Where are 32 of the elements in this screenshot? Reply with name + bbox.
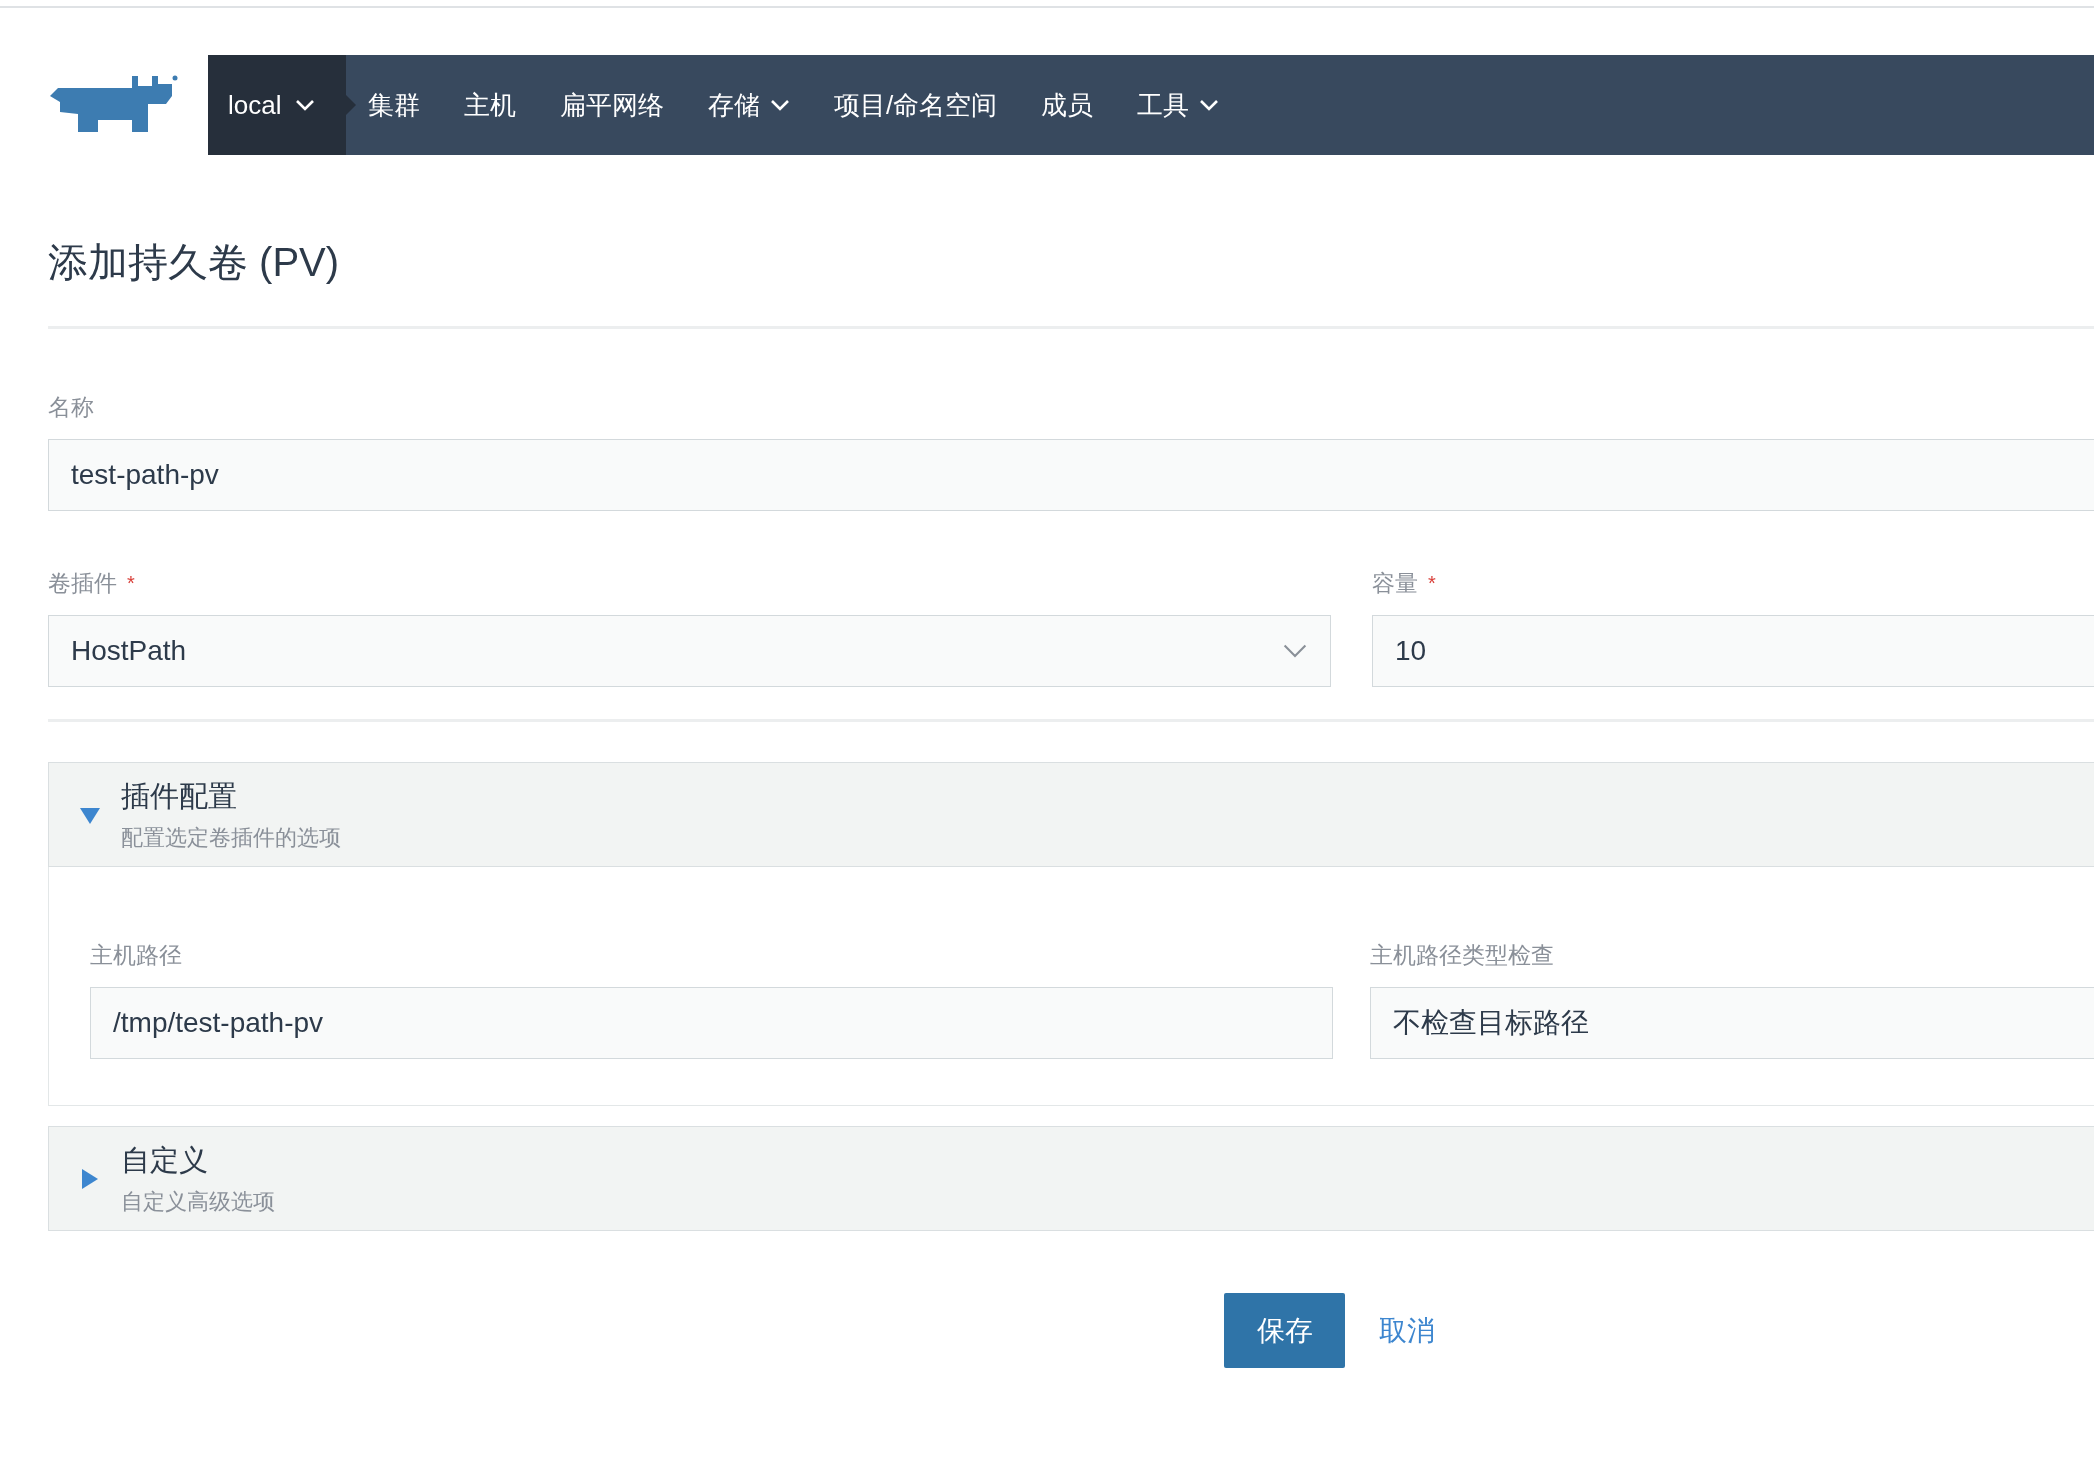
section-title: 自定义 bbox=[121, 1142, 209, 1178]
chevron-down-icon bbox=[1282, 643, 1308, 659]
required-mark: * bbox=[127, 571, 135, 595]
input-field[interactable]: 10 bbox=[1372, 615, 2094, 687]
input-field[interactable]: /tmp/test-path-pv bbox=[90, 987, 1333, 1059]
field-label: 主机路径类型检查 bbox=[1370, 940, 1554, 970]
chevron-down-icon bbox=[770, 99, 790, 111]
field-label: 容量 bbox=[1372, 568, 1418, 598]
page-title: 添加持久卷 (PV) bbox=[48, 239, 341, 286]
field-label: 名称 bbox=[48, 392, 94, 422]
nav-item[interactable]: 工具 bbox=[1115, 55, 1242, 155]
section-header[interactable]: 自定义 自定义高级选项 bbox=[48, 1126, 2094, 1231]
nav-item[interactable]: 存储 bbox=[686, 55, 812, 155]
nav-item[interactable]: 项目/命名空间 bbox=[812, 55, 1020, 155]
nav-item[interactable]: 主机 bbox=[442, 55, 538, 155]
section-subtitle: 配置选定卷插件的选项 bbox=[121, 823, 341, 852]
field-label: 主机路径 bbox=[90, 940, 182, 970]
select-field[interactable]: HostPath bbox=[48, 615, 1331, 687]
save-button[interactable]: 保存 bbox=[1224, 1293, 1345, 1368]
chevron-down-icon bbox=[295, 99, 316, 111]
nav-item[interactable]: 集群 bbox=[346, 55, 442, 155]
section-title: 插件配置 bbox=[121, 778, 238, 814]
section-header[interactable]: 插件配置 配置选定卷插件的选项 bbox=[48, 762, 2094, 867]
input-field[interactable]: 不检查目标路径 bbox=[1370, 987, 2094, 1059]
nav-item[interactable]: 扁平网络 bbox=[538, 55, 686, 155]
cancel-link[interactable]: 取消 bbox=[1379, 1311, 1435, 1350]
input-field[interactable]: test-path-pv bbox=[48, 439, 2094, 511]
field-label: 卷插件 bbox=[48, 568, 117, 598]
chevron-down-icon bbox=[1199, 99, 1220, 111]
required-mark: * bbox=[1428, 571, 1436, 595]
section-subtitle: 自定义高级选项 bbox=[121, 1187, 275, 1216]
nav-item[interactable]: 成员 bbox=[1019, 55, 1116, 155]
